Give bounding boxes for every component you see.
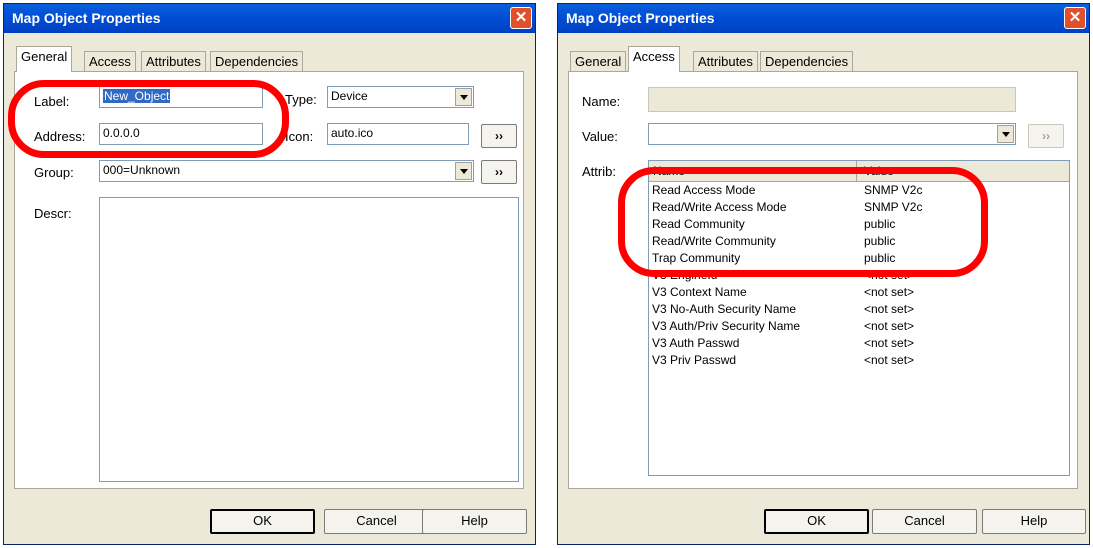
column-header-name[interactable]: Name [653,164,685,178]
dialog-title: Map Object Properties [12,10,161,26]
tab-attributes[interactable]: Attributes [141,51,206,71]
group-caption: Group: [34,165,74,180]
group-select[interactable]: 000=Unknown [99,160,474,182]
chevron-down-icon[interactable] [455,162,472,180]
name-input[interactable] [648,87,1016,112]
row-name: V3 Context Name [652,285,747,299]
table-row[interactable]: V3 Context Name <not set> [649,285,1069,302]
chevron-down-icon[interactable] [455,88,472,106]
cancel-button[interactable]: Cancel [324,509,429,534]
chevron-down-icon[interactable] [997,125,1014,143]
tab-access[interactable]: Access [84,51,136,71]
tab-attributes[interactable]: Attributes [693,51,758,71]
table-row[interactable]: V3 Auth Passwd <not set> [649,336,1069,353]
icon-input-value: auto.ico [331,126,374,140]
close-icon[interactable]: ✕ [510,7,532,29]
table-row[interactable]: V3 Auth/Priv Security Name <not set> [649,319,1069,336]
row-name: V3 No-Auth Security Name [652,302,797,316]
row-value: public [864,217,896,231]
row-value: SNMP V2c [864,183,923,197]
help-button[interactable]: Help [422,509,527,534]
map-object-properties-dialog-general: Map Object Properties ✕ General Access A… [3,3,536,545]
address-caption: Address: [34,129,86,144]
group-browse-button[interactable]: ›› [481,160,517,184]
row-value: <not set> [864,302,915,316]
table-row[interactable]: Read Community public [649,217,1069,234]
type-caption: Type: [285,92,317,107]
label-input-value: New_Object [103,89,171,103]
dialog-title: Map Object Properties [566,10,715,26]
row-name: Trap Community [652,251,741,265]
icon-input[interactable]: auto.ico [327,123,469,145]
table-row[interactable]: Read/Write Community public [649,234,1069,251]
ok-button[interactable]: OK [764,509,869,534]
row-value: <not set> [864,268,915,282]
type-select[interactable]: Device [327,86,474,108]
row-name: Read Access Mode [652,183,756,197]
row-value: <not set> [864,319,915,333]
title-bar[interactable]: Map Object Properties ✕ [4,4,535,33]
tab-general[interactable]: General [16,46,73,72]
map-object-properties-dialog-access: Map Object Properties ✕ General Access A… [557,3,1090,545]
value-select[interactable] [648,123,1016,145]
label-caption: Label: [34,94,70,109]
title-bar[interactable]: Map Object Properties ✕ [558,4,1089,33]
row-name: V3 EngineId [652,268,718,282]
column-header-value[interactable]: Value [864,164,894,178]
row-name: V3 Priv Passwd [652,353,737,367]
name-caption: Name: [582,94,621,109]
ok-button[interactable]: OK [210,509,315,534]
icon-browse-button[interactable]: ›› [481,124,517,148]
row-value: SNMP V2c [864,200,923,214]
row-value: <not set> [864,285,915,299]
type-select-value: Device [331,89,368,103]
row-name: V3 Auth/Priv Security Name [652,319,801,333]
row-value: public [864,251,896,265]
access-tab-panel: Name: Value: ›› Attrib: Name Value Read … [568,71,1078,489]
value-browse-button[interactable]: ›› [1028,124,1064,148]
icon-caption: Icon: [285,129,314,144]
close-icon[interactable]: ✕ [1064,7,1086,29]
tab-dependencies[interactable]: Dependencies [210,51,304,71]
row-value: <not set> [864,336,915,350]
tab-general[interactable]: General [570,51,627,71]
address-input-value: 0.0.0.0 [103,126,140,140]
row-value: <not set> [864,353,915,367]
table-row[interactable]: V3 EngineId <not set> [649,268,1069,285]
tab-access[interactable]: Access [628,46,680,72]
label-input[interactable]: New_Object [99,86,263,108]
group-select-value: 000=Unknown [103,163,181,177]
listview-header: Name Value [649,161,1069,182]
attrib-caption: Attrib: [582,164,616,179]
descr-caption: Descr: [34,206,72,221]
table-row[interactable]: V3 No-Auth Security Name <not set> [649,302,1069,319]
value-caption: Value: [582,129,618,144]
cancel-button[interactable]: Cancel [872,509,977,534]
row-name: Read Community [652,217,745,231]
address-input[interactable]: 0.0.0.0 [99,123,263,145]
help-button[interactable]: Help [982,509,1086,534]
descr-textarea[interactable] [99,197,519,482]
table-row[interactable]: Trap Community public [649,251,1069,268]
row-value: public [864,234,896,248]
row-name: V3 Auth Passwd [652,336,740,350]
tab-dependencies[interactable]: Dependencies [760,51,854,71]
table-row[interactable]: Read/Write Access Mode SNMP V2c [649,200,1069,217]
attributes-listview[interactable]: Name Value Read Access Mode SNMP V2c Read… [648,160,1070,476]
table-row[interactable]: Read Access Mode SNMP V2c [649,183,1069,200]
row-name: Read/Write Community [652,234,776,248]
row-name: Read/Write Access Mode [652,200,787,214]
column-divider[interactable] [856,161,857,181]
table-row[interactable]: V3 Priv Passwd <not set> [649,353,1069,370]
general-tab-panel: Label: New_Object Type: Device Address: … [14,71,524,489]
